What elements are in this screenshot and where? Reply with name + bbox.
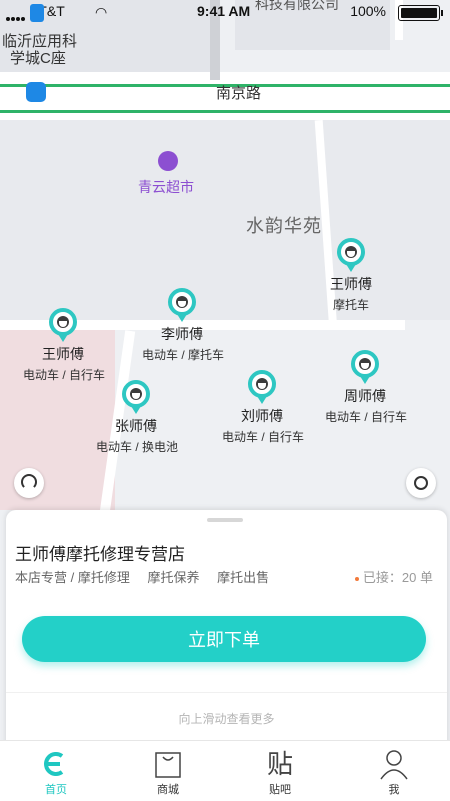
- tab-label: 我: [388, 784, 400, 796]
- headset-icon: [21, 474, 37, 490]
- worker-name: 王师傅: [330, 276, 372, 292]
- worker-pin[interactable]: 李师傅 电动车 / 摩托车: [142, 288, 225, 363]
- locate-me-button[interactable]: [406, 468, 436, 498]
- shopping-bag-icon: [112, 747, 224, 781]
- tab-label: 首页: [45, 784, 67, 796]
- drag-handle[interactable]: [207, 518, 243, 522]
- shop-name: 王师傅摩托修理专营店: [15, 545, 185, 564]
- worker-service-type: 电动车 / 换电池: [96, 440, 179, 454]
- home-logo-icon: [0, 747, 112, 781]
- swipe-up-hint: 向上滑动查看更多: [178, 712, 275, 726]
- worker-pin[interactable]: 周师傅 电动车 / 自行车: [325, 350, 408, 425]
- signal-icon: [6, 8, 26, 21]
- crosshair-icon: [414, 476, 428, 490]
- user-icon: [338, 747, 450, 781]
- map-label-community: 水韵华苑: [246, 216, 322, 236]
- location-pin-icon: [30, 4, 44, 22]
- shop-tag: 摩托出售: [217, 570, 270, 585]
- worker-name: 刘师傅: [241, 408, 283, 424]
- tab-label: 贴吧: [269, 784, 291, 796]
- forum-icon: 贴: [266, 749, 293, 779]
- road-green-line: [0, 110, 450, 113]
- shop-tag: 摩托保养: [147, 570, 200, 585]
- worker-name: 李师傅: [161, 326, 203, 342]
- tab-mall[interactable]: 商城: [112, 741, 224, 801]
- worker-avatar-icon: [49, 308, 77, 342]
- worker-name: 王师傅: [42, 346, 84, 362]
- worker-name: 周师傅: [344, 388, 386, 404]
- map-label-company: 科技有限公司: [255, 0, 339, 12]
- bullet-dot: [354, 576, 359, 581]
- worker-pin[interactable]: 王师傅 摩托车: [311, 238, 391, 313]
- map-label-linyi-2: 学城C座: [10, 50, 66, 67]
- accepted-orders: 已接：20 单: [354, 567, 433, 586]
- tab-label: 商城: [157, 784, 179, 796]
- status-bar: AT&T ◠ 9:41 AM 100%: [0, 0, 450, 24]
- worker-service-type: 电动车 / 摩托车: [142, 348, 225, 362]
- worker-avatar-icon: [351, 350, 379, 384]
- map-label-supermarket: 青云超市: [138, 179, 194, 195]
- worker-service-type: 电动车 / 自行车: [23, 368, 106, 382]
- bottom-tab-bar: 首页 商城 贴 贴吧 我: [0, 740, 450, 801]
- worker-service-type: 电动车 / 自行车: [325, 410, 408, 424]
- worker-service-type: 电动车 / 自行车: [222, 430, 305, 444]
- worker-pin[interactable]: 张师傅 电动车 / 换电池: [96, 380, 179, 455]
- battery-percent: 100%: [350, 3, 386, 19]
- customer-service-button[interactable]: [14, 468, 44, 498]
- battery-icon: [398, 5, 443, 21]
- worker-avatar-icon: [337, 238, 365, 272]
- shop-info-sheet[interactable]: 王师傅摩托修理专营店 本店专营 / 摩托修理 摩托保养 摩托出售 已接：20 单…: [6, 510, 447, 746]
- worker-avatar-icon: [168, 288, 196, 322]
- worker-pin[interactable]: 王师傅 电动车 / 自行车: [23, 308, 106, 383]
- tab-home[interactable]: 首页: [0, 741, 112, 801]
- worker-avatar-icon: [248, 370, 276, 404]
- order-now-button[interactable]: 立即下单: [22, 616, 426, 662]
- bus-stop-icon[interactable]: [26, 82, 46, 102]
- clock-time: 9:41 AM: [197, 3, 251, 19]
- shop-tags: 本店专营 / 摩托修理 摩托保养 摩托出售: [15, 567, 283, 586]
- wifi-icon: ◠: [95, 4, 108, 20]
- accepted-count: 已接：20 单: [362, 570, 433, 585]
- worker-avatar-icon: [122, 380, 150, 414]
- map-label-road: 南京路: [216, 85, 262, 102]
- shopping-cart-icon[interactable]: [158, 151, 178, 171]
- tab-me[interactable]: 我: [338, 741, 450, 801]
- tab-forum[interactable]: 贴 贴吧: [224, 741, 336, 801]
- worker-pin[interactable]: 刘师傅 电动车 / 自行车: [222, 370, 305, 445]
- shop-tag: 本店专营 / 摩托修理: [15, 570, 130, 585]
- worker-name: 张师傅: [115, 418, 157, 434]
- worker-service-type: 摩托车: [332, 298, 369, 312]
- divider: [6, 692, 447, 693]
